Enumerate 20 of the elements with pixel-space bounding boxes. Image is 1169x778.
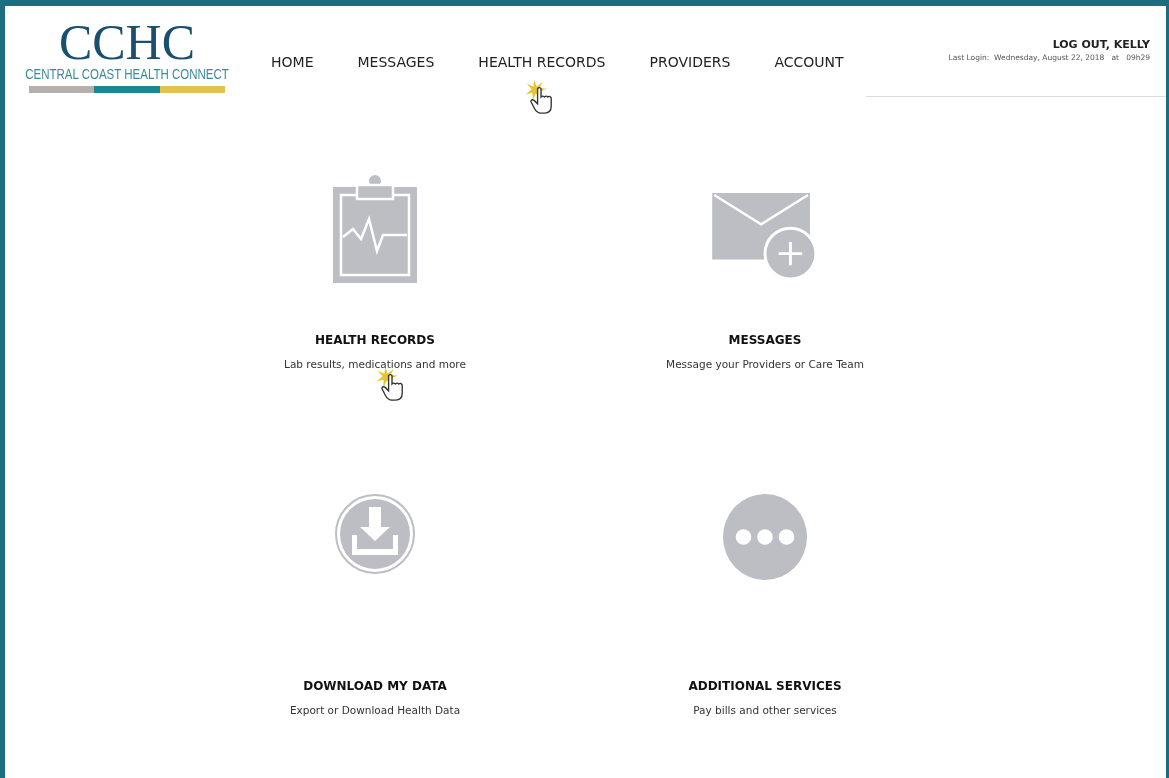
- download-icon[interactable]: [335, 493, 415, 575]
- nav-link[interactable]: MESSAGES: [335, 54, 457, 70]
- nav-link[interactable]: ACCOUNT: [752, 54, 866, 70]
- tile-subtitle: Export or Download Health Data: [289, 704, 461, 716]
- tile-title[interactable]: DOWNLOAD MY DATA: [303, 679, 447, 693]
- nav-link[interactable]: HEALTH RECORDS: [456, 54, 628, 70]
- logo-mark: CCHC: [58, 20, 196, 64]
- tile-subtitle: Pay bills and other services: [693, 704, 837, 716]
- tile-title[interactable]: ADDITIONAL SERVICES: [688, 679, 842, 693]
- tile-title[interactable]: HEALTH RECORDS: [315, 333, 435, 347]
- logo-name: CENTRAL COAST HEALTH CONNECT: [25, 66, 229, 82]
- nav-link[interactable]: HOME: [249, 54, 336, 70]
- tile-title[interactable]: MESSAGES: [728, 333, 802, 347]
- tile-subtitle: Message your Providers or Care Team: [666, 358, 864, 370]
- more-icon[interactable]: [722, 493, 808, 581]
- logout-link[interactable]: LOG OUT, KELLY: [1052, 38, 1150, 51]
- clipboard-icon[interactable]: [333, 175, 417, 283]
- envelope-plus-icon[interactable]: [712, 193, 818, 281]
- nav-link[interactable]: PROVIDERS: [627, 54, 753, 70]
- tile-subtitle: Lab results, medications and more: [284, 358, 466, 370]
